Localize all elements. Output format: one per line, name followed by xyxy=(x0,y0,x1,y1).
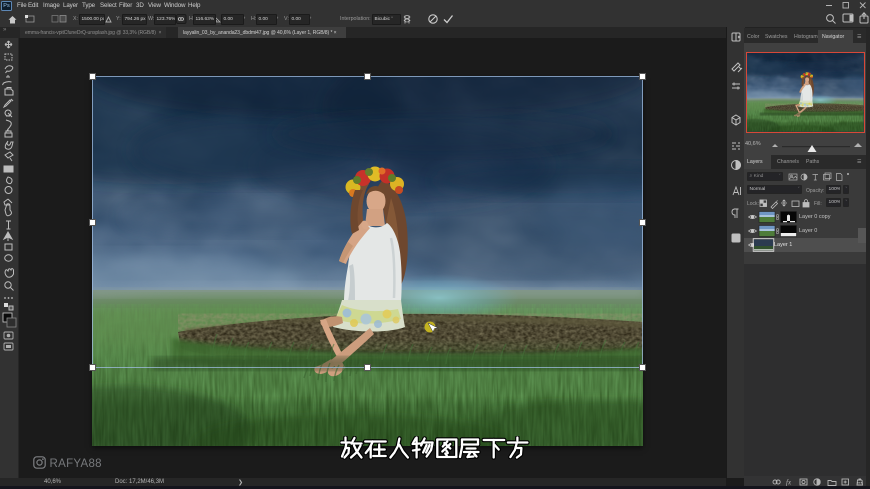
svg-text:fx: fx xyxy=(786,479,792,487)
